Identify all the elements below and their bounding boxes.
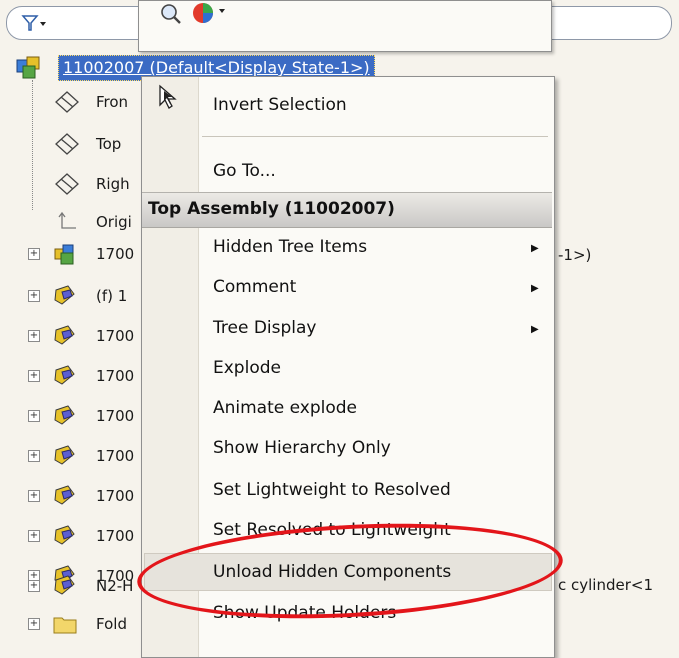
menu-item-comment[interactable]: Comment — [213, 277, 296, 297]
tree-item-label: Origi — [96, 213, 132, 231]
part-icon — [54, 575, 75, 595]
submenu-arrow-icon: ▶ — [531, 243, 539, 254]
menu-item-go-to[interactable]: Go To... — [213, 161, 276, 181]
submenu-arrow-icon: ▶ — [531, 283, 539, 294]
menu-item-show-hierarchy-only[interactable]: Show Hierarchy Only — [213, 438, 391, 458]
origin-icon — [58, 211, 76, 229]
tree-item-label: (f) 1 — [96, 287, 128, 305]
menu-item-hidden-tree-items[interactable]: Hidden Tree Items — [213, 237, 367, 257]
menu-section-header-label: Top Assembly (11002007) — [148, 199, 395, 219]
tree-item-label: 1700 — [96, 527, 135, 545]
plane-icon — [55, 133, 79, 155]
part-icon — [54, 445, 75, 465]
expand-icon[interactable]: + — [28, 248, 40, 260]
part-icon — [54, 365, 75, 385]
tree-item-label: 1700 — [96, 245, 135, 263]
expand-icon[interactable]: + — [28, 330, 40, 342]
tree-item-label: 1700 — [96, 447, 135, 465]
menu-item-invert-selection[interactable]: Invert Selection — [213, 95, 347, 115]
tree-item-tail-text: c cylinder<1 — [558, 576, 654, 594]
tree-item-label: 1700 — [96, 487, 135, 505]
tree-item-label: 1700 — [96, 367, 135, 385]
part-icon — [54, 485, 75, 505]
assembly-icon — [16, 56, 40, 79]
tree-item-label: Top — [96, 135, 122, 153]
part-icon — [54, 285, 75, 305]
expand-icon[interactable]: + — [28, 530, 40, 542]
filter-funnel-icon[interactable] — [21, 14, 49, 32]
expand-icon[interactable]: + — [28, 370, 40, 382]
assembly-icon — [54, 244, 74, 265]
invert-selection-icon — [159, 84, 177, 109]
menu-separator — [202, 136, 548, 137]
tree-item-tail-text: -1>) — [558, 246, 592, 264]
tree-item-label: Righ — [96, 175, 130, 193]
tree-connector-line — [32, 80, 34, 210]
tree-item-label: N2-H — [96, 577, 134, 595]
part-icon — [54, 325, 75, 345]
part-icon — [54, 525, 75, 545]
expand-icon[interactable]: + — [28, 580, 40, 592]
menu-item-explode[interactable]: Explode — [213, 358, 281, 378]
menu-item-tree-display[interactable]: Tree Display — [213, 318, 317, 338]
expand-icon[interactable]: + — [28, 490, 40, 502]
expand-icon[interactable]: + — [28, 618, 40, 630]
expand-icon[interactable]: + — [28, 450, 40, 462]
expand-icon[interactable]: + — [28, 410, 40, 422]
zoom-to-selection-icon[interactable] — [151, 3, 241, 31]
menu-item-set-lightweight-to-resolved[interactable]: Set Lightweight to Resolved — [213, 480, 451, 500]
context-toolbar — [138, 0, 552, 52]
tree-item-label: 1700 — [96, 407, 135, 425]
plane-icon — [55, 91, 79, 113]
part-icon — [54, 405, 75, 425]
tree-item-label: Fron — [96, 93, 129, 111]
menu-item-animate-explode[interactable]: Animate explode — [213, 398, 357, 418]
submenu-arrow-icon: ▶ — [531, 324, 539, 335]
tree-item-label: 1700 — [96, 327, 135, 345]
expand-icon[interactable]: + — [28, 290, 40, 302]
menu-section-header: Top Assembly (11002007) — [142, 192, 552, 228]
tree-item-label: Fold — [96, 615, 127, 633]
plane-icon — [55, 173, 79, 195]
folder-icon — [53, 617, 77, 634]
